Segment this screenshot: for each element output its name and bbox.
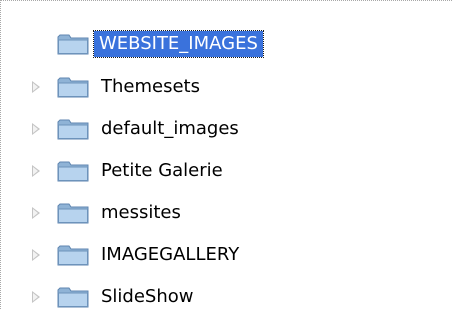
tree-node-label[interactable]: IMAGEGALLERY: [97, 242, 243, 268]
expand-arrow-icon[interactable]: [32, 249, 40, 261]
tree-node-label[interactable]: messites: [97, 200, 185, 226]
tree-node-label[interactable]: Themesets: [97, 74, 204, 100]
tree-node-website-images[interactable]: WEBSITE_IMAGES: [1, 25, 441, 63]
tree-node-messites[interactable]: messites: [1, 194, 441, 232]
folder-icon: [57, 286, 89, 308]
tree-node-themesets[interactable]: Themesets: [1, 68, 441, 106]
expand-arrow-icon[interactable]: [32, 207, 40, 219]
folder-tree: WEBSITE_IMAGES Themesets default_images: [0, 0, 452, 309]
folder-icon: [57, 202, 89, 224]
tree-node-slideshow[interactable]: SlideShow: [1, 278, 441, 316]
tree-node-label[interactable]: SlideShow: [97, 284, 198, 310]
expand-arrow-icon[interactable]: [32, 165, 40, 177]
tree-node-petite-galerie[interactable]: Petite Galerie: [1, 152, 441, 190]
folder-icon: [57, 244, 89, 266]
folder-icon: [57, 118, 89, 140]
expand-arrow-icon[interactable]: [32, 81, 40, 93]
tree-node-label[interactable]: default_images: [97, 116, 243, 142]
folder-icon: [57, 76, 89, 98]
tree-node-label[interactable]: WEBSITE_IMAGES: [93, 30, 264, 58]
expand-arrow-icon[interactable]: [32, 123, 40, 135]
expand-arrow-icon[interactable]: [32, 291, 40, 303]
folder-icon: [57, 160, 89, 182]
folder-icon: [57, 33, 89, 55]
tree-node-label[interactable]: Petite Galerie: [97, 158, 227, 184]
tree-node-imagegallery[interactable]: IMAGEGALLERY: [1, 236, 441, 274]
tree-node-default-images[interactable]: default_images: [1, 110, 441, 148]
